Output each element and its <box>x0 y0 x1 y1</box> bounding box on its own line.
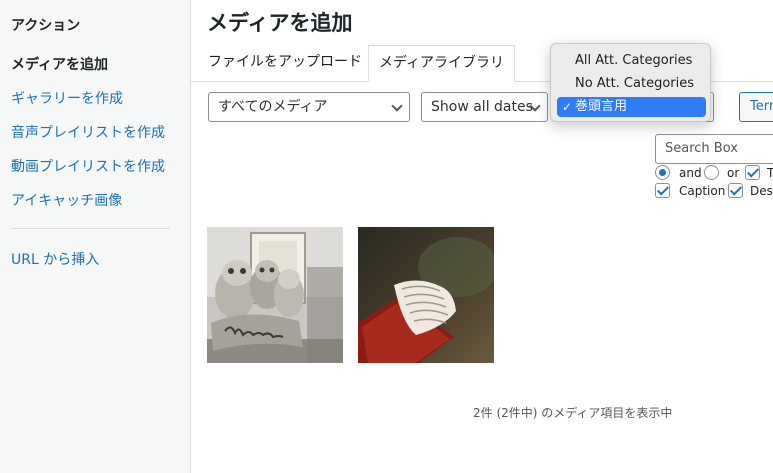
search-description-label: Des <box>750 184 773 198</box>
date-filter-select-value: Show all dates <box>431 99 533 115</box>
search-and-radio[interactable] <box>655 165 670 180</box>
sidebar-heading: アクション <box>11 18 81 34</box>
media-count-status: 2件 (2件中) のメディア項目を表示中 <box>473 406 673 420</box>
search-title-checkbox[interactable] <box>745 165 760 180</box>
search-and-label: and <box>679 166 702 180</box>
sidebar-item-insert-from-url[interactable]: URL から挿入 <box>11 249 99 269</box>
search-or-radio[interactable] <box>704 165 719 180</box>
media-sidebar: アクション メディアを追加 ギャラリーを作成 音声プレイリストを作成 動画プレイ… <box>0 0 191 473</box>
date-filter-select[interactable]: Show all dates <box>421 92 548 122</box>
sidebar-item-featured-image[interactable]: アイキャッチ画像 <box>11 190 122 210</box>
category-dropdown-menu: All Att. Categories No Att. Categories ✓… <box>550 43 711 122</box>
sidebar-item-create-video-playlist[interactable]: 動画プレイリストを作成 <box>11 156 165 176</box>
media-thumbnail-book[interactable] <box>358 227 494 363</box>
terms-button[interactable]: Terms <box>739 92 773 122</box>
search-description-checkbox[interactable] <box>728 183 743 198</box>
sidebar-item-create-gallery[interactable]: ギャラリーを作成 <box>11 88 123 108</box>
sidebar-item-add-media[interactable]: メディアを追加 <box>11 54 108 74</box>
media-type-select[interactable]: すべてのメディア <box>208 92 410 122</box>
page-title: メディアを追加 <box>207 11 353 35</box>
sidebar-item-create-audio-playlist[interactable]: 音声プレイリストを作成 <box>11 122 165 142</box>
search-caption-label: Caption <box>679 184 726 198</box>
search-caption-checkbox[interactable] <box>655 183 670 198</box>
owl-figurines-image <box>207 227 343 363</box>
media-type-select-value: すべてのメディア <box>218 99 328 115</box>
search-or-label: or <box>727 166 740 180</box>
category-option-selected[interactable]: ✓ 巻頭言用 <box>557 97 706 117</box>
category-option-all[interactable]: All Att. Categories <box>557 51 706 71</box>
tab-media-library[interactable]: メディアライブラリ <box>368 45 516 82</box>
open-book-image <box>358 227 494 363</box>
category-option-selected-label: 巻頭言用 <box>575 99 628 114</box>
search-title-label: T <box>767 166 773 180</box>
search-input[interactable]: Search Box <box>655 134 773 164</box>
tab-upload-files[interactable]: ファイルをアップロード <box>198 45 372 82</box>
category-option-none[interactable]: No Att. Categories <box>557 74 706 94</box>
checkmark-icon: ✓ <box>562 100 573 114</box>
chevron-down-icon <box>391 100 403 112</box>
media-frame-content: メディアを追加 ファイルをアップロード メディアライブラリ すべてのメディア S… <box>191 0 773 473</box>
sidebar-separator <box>11 228 170 229</box>
media-thumbnail-owls[interactable] <box>207 227 343 363</box>
